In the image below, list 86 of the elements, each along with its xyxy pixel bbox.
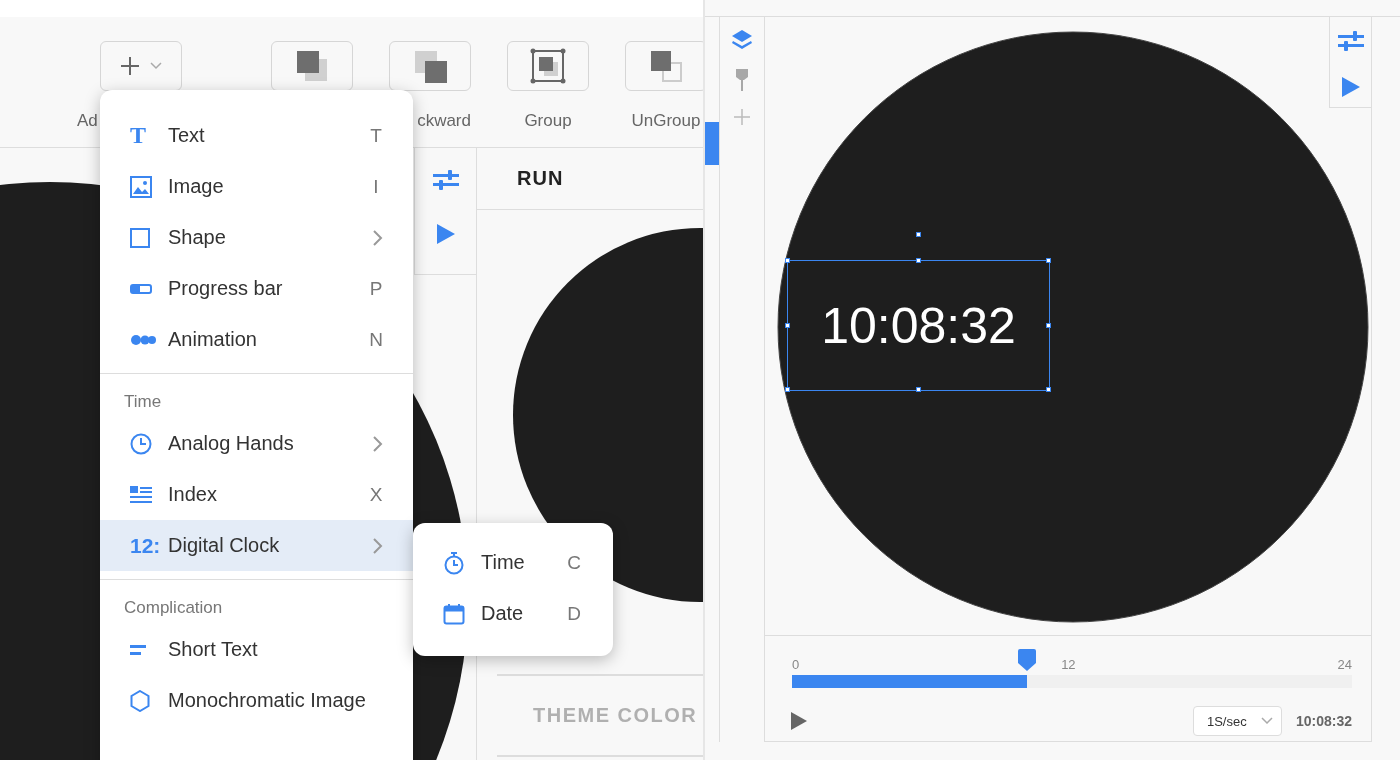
short-text-icon: [130, 643, 146, 656]
rotate-handle[interactable]: [915, 232, 921, 237]
pin-icon[interactable]: [735, 68, 749, 92]
ungroup-icon: [648, 48, 684, 84]
menu-item[interactable]: Animation N: [100, 314, 413, 365]
menu-icon: T: [130, 122, 146, 149]
menu-item[interactable]: Shape: [100, 212, 413, 263]
hexagon-icon: [130, 689, 150, 712]
play-button[interactable]: [791, 712, 807, 730]
menu-item[interactable]: Image I: [100, 161, 413, 212]
chevron-down-icon: [150, 62, 162, 70]
resize-handle[interactable]: [785, 387, 790, 392]
menu-label: Index: [168, 483, 218, 506]
resize-handle[interactable]: [1046, 258, 1051, 263]
send-backward-icon: [413, 49, 447, 83]
menu-icon: 12:: [130, 533, 161, 558]
chevron-down-icon: [1260, 717, 1273, 725]
menu-item[interactable]: Progress bar P: [100, 263, 413, 314]
tool-label: ckward: [416, 111, 471, 131]
resize-handle[interactable]: [785, 322, 790, 328]
resize-handle[interactable]: [1046, 387, 1051, 392]
menu-label: Date: [481, 602, 525, 625]
bring-forward-icon: [295, 49, 329, 83]
shortcut-key: I: [369, 175, 383, 198]
resize-handle[interactable]: [915, 258, 921, 263]
menu-label: Shape: [168, 226, 227, 249]
tool-button[interactable]: [389, 41, 471, 91]
dots-icon: [130, 333, 156, 346]
menu-label: Analog Hands: [168, 432, 295, 455]
resize-handle[interactable]: [785, 258, 790, 263]
shortcut-key: X: [369, 483, 383, 506]
tool-button[interactable]: [271, 41, 353, 91]
menu-heading: Complication: [123, 597, 224, 619]
menu-label: Progress bar: [168, 277, 284, 300]
progress-bar-icon: [130, 283, 152, 294]
play-icon[interactable]: [1341, 77, 1360, 97]
menu-label: Time: [481, 551, 526, 574]
shortcut-key: T: [369, 124, 383, 147]
speed-dropdown[interactable]: 1S/sec: [1192, 706, 1282, 736]
clock-text: 10:08:32: [821, 296, 1016, 355]
sliders-icon[interactable]: [1337, 31, 1364, 51]
tick-label: 12: [1061, 657, 1076, 672]
layers-icon[interactable]: [731, 29, 753, 51]
shortcut-key: N: [369, 328, 383, 351]
clock-icon: [130, 432, 152, 455]
image-icon: [130, 175, 152, 198]
tick-label: 0: [792, 657, 800, 672]
scroll-thumb[interactable]: [705, 122, 719, 165]
play-icon[interactable]: [436, 224, 455, 244]
tick-label: 24: [1337, 657, 1352, 672]
menu-item[interactable]: Analog Hands: [100, 418, 413, 469]
menu-item[interactable]: Date D: [413, 588, 613, 639]
sliders-icon[interactable]: [432, 170, 459, 190]
menu-item[interactable]: Short Text: [100, 624, 413, 675]
tool-label: Group: [523, 111, 573, 131]
menu-item[interactable]: Time C: [413, 537, 613, 588]
tool-button[interactable]: [507, 41, 589, 91]
tool-button[interactable]: [625, 41, 703, 91]
shortcut-key: P: [369, 277, 383, 300]
menu-label: Short Text: [168, 638, 259, 661]
menu-heading: Time: [123, 391, 163, 413]
group-icon: [530, 48, 566, 84]
shortcut-key: D: [567, 602, 581, 625]
menu-label: Text: [168, 124, 206, 147]
tool-label: Ad: [77, 111, 99, 131]
tool-label: UnGroup: [630, 111, 702, 131]
time-readout: 10:08:32: [1295, 713, 1352, 729]
menu-label: Animation: [168, 328, 258, 351]
square-icon: [130, 227, 150, 248]
menu-label: Digital Clock: [168, 534, 281, 557]
menu-item[interactable]: Monochromatic Image: [100, 675, 413, 726]
menu-label: Image: [168, 175, 225, 198]
list-icon: [130, 485, 152, 504]
menu-item[interactable]: T Text T: [100, 110, 413, 161]
calendar-icon: [443, 602, 465, 625]
plus-icon: [120, 56, 140, 76]
menu-item[interactable]: 12: Digital Clock: [100, 520, 413, 571]
run-tab[interactable]: RUN: [477, 148, 703, 210]
resize-handle[interactable]: [1046, 322, 1051, 328]
slider-thumb[interactable]: [1018, 649, 1037, 671]
menu-label: Monochromatic Image: [168, 689, 367, 712]
resize-handle[interactable]: [915, 387, 921, 392]
menu-item[interactable]: Index X: [100, 469, 413, 520]
shortcut-key: C: [567, 551, 581, 574]
section-heading: THEME COLOR: [497, 676, 703, 757]
stopwatch-icon: [443, 550, 465, 575]
